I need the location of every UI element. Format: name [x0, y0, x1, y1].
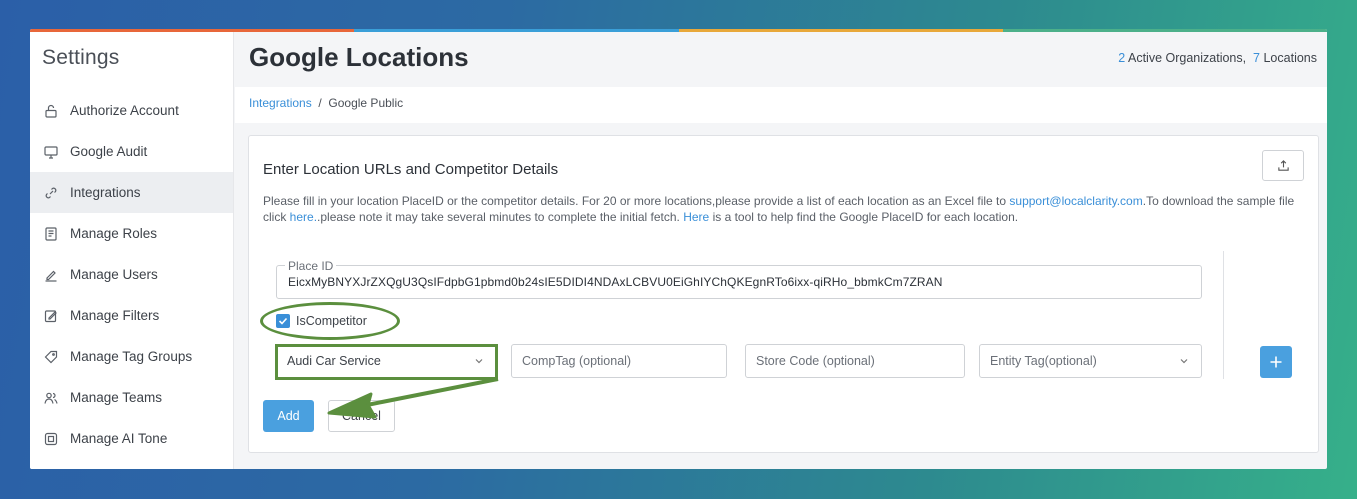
location-label: Locations — [1263, 51, 1317, 65]
sidebar-item-label: Manage Users — [70, 267, 158, 282]
sidebar-item-integrations[interactable]: Integrations — [30, 172, 233, 213]
pencil-icon — [44, 268, 58, 282]
sidebar-item-label: Manage Filters — [70, 308, 160, 323]
sample-file-link[interactable]: here. — [290, 210, 317, 224]
sidebar-item-label: Authorize Account — [70, 103, 179, 118]
id-card-icon — [44, 226, 58, 241]
breadcrumb: Integrations / Google Public — [235, 87, 1327, 123]
placeid-tool-link[interactable]: Here — [683, 210, 709, 224]
page-title: Google Locations — [249, 42, 469, 72]
sidebar-item-label: Manage AI Tone — [70, 431, 168, 446]
settings-sidebar: Settings Authorize Account Google Audit … — [30, 32, 234, 469]
description-text: Please fill in your location PlaceID or … — [263, 194, 1010, 208]
chevron-down-icon — [1180, 359, 1188, 364]
monitor-icon — [44, 145, 58, 159]
sidebar-item-manage-roles[interactable]: Manage Roles — [30, 213, 233, 254]
app-window: Settings Authorize Account Google Audit … — [30, 29, 1327, 469]
checkbox-checked-icon[interactable] — [276, 314, 290, 328]
upload-button[interactable] — [1262, 150, 1304, 181]
breadcrumb-integrations-link[interactable]: Integrations — [249, 96, 312, 110]
card-description: Please fill in your location PlaceID or … — [263, 193, 1308, 225]
store-code-placeholder: Store Code (optional) — [756, 354, 875, 368]
chip-icon — [44, 432, 58, 446]
plus-icon — [1270, 356, 1282, 368]
comp-tag-placeholder: CompTag (optional) — [522, 354, 632, 368]
description-text: .please note it may take several minutes… — [317, 210, 684, 224]
breadcrumb-separator: / — [318, 96, 322, 110]
is-competitor-checkbox[interactable]: IsCompetitor — [276, 314, 367, 328]
sidebar-item-manage-tag-groups[interactable]: Manage Tag Groups — [30, 336, 233, 377]
main-content: Google Locations 2 Active Organizations,… — [235, 32, 1327, 469]
upload-icon — [1277, 160, 1289, 171]
sidebar-item-manage-teams[interactable]: Manage Teams — [30, 377, 233, 418]
is-competitor-label: IsCompetitor — [296, 314, 367, 328]
sidebar-item-label: Integrations — [70, 185, 141, 200]
tag-icon — [44, 350, 58, 364]
store-code-input[interactable]: Store Code (optional) — [745, 344, 965, 378]
card-title: Enter Location URLs and Competitor Detai… — [263, 161, 559, 178]
org-count[interactable]: 2 — [1118, 51, 1125, 65]
support-email-link[interactable]: support@localclarity.com — [1009, 194, 1142, 208]
sidebar-item-authorize-account[interactable]: Authorize Account — [30, 90, 233, 131]
sidebar-item-manage-ai-tone[interactable]: Manage AI Tone — [30, 418, 233, 459]
entity-tag-select[interactable]: Entity Tag(optional) — [979, 344, 1202, 378]
add-button[interactable]: Add — [263, 400, 314, 432]
sidebar-item-manage-filters[interactable]: Manage Filters — [30, 295, 233, 336]
sidebar-item-label: Manage Roles — [70, 226, 158, 241]
header-stats: 2 Active Organizations, 7 Locations — [1118, 51, 1317, 65]
breadcrumb-current: Google Public — [328, 96, 404, 110]
sidebar-item-label: Manage Teams — [70, 390, 163, 405]
sidebar-item-label: Google Audit — [70, 144, 148, 159]
comp-tag-input[interactable]: CompTag (optional) — [511, 344, 727, 378]
cancel-button[interactable]: Cancel — [328, 400, 395, 432]
page-header: Google Locations 2 Active Organizations,… — [235, 32, 1327, 87]
team-icon — [44, 391, 58, 405]
lock-icon — [44, 104, 58, 118]
link-icon — [44, 186, 58, 200]
sidebar-item-google-audit[interactable]: Google Audit — [30, 131, 233, 172]
location-count[interactable]: 7 — [1253, 51, 1260, 65]
description-text: is a tool to help find the Google PlaceI… — [709, 210, 1019, 224]
place-id-value: EicxMyBNYXJrZXQgU3QsIFdpbG1pbmd0b24sIE5D… — [288, 275, 943, 289]
location-entry-card: Enter Location URLs and Competitor Detai… — [248, 135, 1319, 453]
entity-tag-placeholder: Entity Tag(optional) — [990, 354, 1097, 368]
sidebar-title: Settings — [42, 46, 120, 69]
place-id-label: Place ID — [285, 259, 337, 273]
place-id-input[interactable]: Place ID EicxMyBNYXJrZXQgU3QsIFdpbG1pbmd… — [276, 259, 1202, 299]
org-label: Active Organizations, — [1127, 51, 1247, 65]
competitor-select-highlight — [275, 344, 498, 380]
edit-box-icon — [44, 309, 58, 323]
sidebar-item-label: Manage Tag Groups — [70, 349, 193, 364]
vertical-divider — [1223, 251, 1224, 379]
add-row-button[interactable] — [1260, 346, 1292, 378]
sidebar-item-manage-users[interactable]: Manage Users — [30, 254, 233, 295]
